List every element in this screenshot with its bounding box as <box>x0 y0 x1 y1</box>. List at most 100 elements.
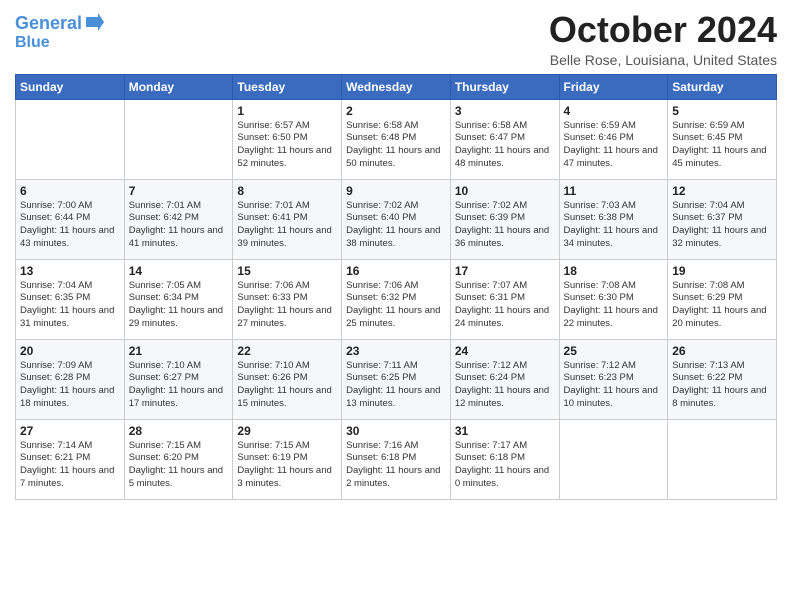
logo-line1: General <box>15 13 82 33</box>
cell-info: Sunrise: 7:01 AM Sunset: 6:42 PM Dayligh… <box>129 200 229 251</box>
calendar-cell <box>559 419 668 499</box>
cell-info: Sunrise: 7:02 AM Sunset: 6:40 PM Dayligh… <box>346 200 446 251</box>
calendar-cell: 26Sunrise: 7:13 AM Sunset: 6:22 PM Dayli… <box>668 339 777 419</box>
calendar-week-1: 1 Sunrise: 6:57 AM Sunset: 6:50 PM Daylig… <box>16 99 777 179</box>
day-number: 16 <box>346 264 446 278</box>
weekday-header-tuesday: Tuesday <box>233 74 342 99</box>
day-number: 11 <box>564 184 664 198</box>
day-number: 28 <box>129 424 229 438</box>
calendar-week-3: 13 Sunrise: 7:04 AM Sunset: 6:35 PM Dayli… <box>16 259 777 339</box>
calendar-cell: 10 Sunrise: 7:02 AM Sunset: 6:39 PM Dayli… <box>450 179 559 259</box>
cell-info: Sunrise: 7:03 AM Sunset: 6:38 PM Dayligh… <box>564 200 664 251</box>
weekday-header-friday: Friday <box>559 74 668 99</box>
calendar-cell: 16 Sunrise: 7:06 AM Sunset: 6:32 PM Dayli… <box>342 259 451 339</box>
cell-info: Sunrise: 7:06 AM Sunset: 6:33 PM Dayligh… <box>237 280 337 331</box>
calendar-cell: 22 Sunrise: 7:10 AM Sunset: 6:26 PM Dayli… <box>233 339 342 419</box>
calendar-cell: 6Sunrise: 7:00 AM Sunset: 6:44 PM Daylig… <box>16 179 125 259</box>
calendar-cell: 18Sunrise: 7:08 AM Sunset: 6:30 PM Dayli… <box>559 259 668 339</box>
day-number: 23 <box>346 344 446 358</box>
cell-info: Sunrise: 7:05 AM Sunset: 6:34 PM Dayligh… <box>129 280 229 331</box>
weekday-header-row: SundayMondayTuesdayWednesdayThursdayFrid… <box>16 74 777 99</box>
day-number: 21 <box>129 344 229 358</box>
cell-info: Sunrise: 7:01 AM Sunset: 6:41 PM Dayligh… <box>237 200 337 251</box>
day-number: 14 <box>129 264 229 278</box>
cell-info: Sunrise: 7:02 AM Sunset: 6:39 PM Dayligh… <box>455 200 555 251</box>
cell-info: Sunrise: 7:10 AM Sunset: 6:27 PM Dayligh… <box>129 360 229 411</box>
day-number: 3 <box>455 104 555 118</box>
month-title: October 2024 <box>549 10 777 50</box>
calendar-cell: 28Sunrise: 7:15 AM Sunset: 6:20 PM Dayli… <box>124 419 233 499</box>
day-number: 22 <box>237 344 337 358</box>
logo-text: General <box>15 14 82 34</box>
calendar-cell: 12Sunrise: 7:04 AM Sunset: 6:37 PM Dayli… <box>668 179 777 259</box>
cell-info: Sunrise: 7:17 AM Sunset: 6:18 PM Dayligh… <box>455 440 555 491</box>
cell-info: Sunrise: 6:59 AM Sunset: 6:45 PM Dayligh… <box>672 120 772 171</box>
cell-info: Sunrise: 7:06 AM Sunset: 6:32 PM Dayligh… <box>346 280 446 331</box>
logo: General Blue <box>15 10 106 51</box>
day-number: 1 <box>237 104 337 118</box>
cell-info: Sunrise: 7:16 AM Sunset: 6:18 PM Dayligh… <box>346 440 446 491</box>
day-number: 20 <box>20 344 120 358</box>
cell-info: Sunrise: 7:07 AM Sunset: 6:31 PM Dayligh… <box>455 280 555 331</box>
day-number: 13 <box>20 264 120 278</box>
day-number: 5 <box>672 104 772 118</box>
cell-info: Sunrise: 7:10 AM Sunset: 6:26 PM Dayligh… <box>237 360 337 411</box>
day-number: 17 <box>455 264 555 278</box>
day-number: 7 <box>129 184 229 198</box>
cell-info: Sunrise: 7:13 AM Sunset: 6:22 PM Dayligh… <box>672 360 772 411</box>
day-number: 12 <box>672 184 772 198</box>
day-number: 2 <box>346 104 446 118</box>
day-number: 24 <box>455 344 555 358</box>
calendar-cell: 13 Sunrise: 7:04 AM Sunset: 6:35 PM Dayli… <box>16 259 125 339</box>
calendar-cell: 9 Sunrise: 7:02 AM Sunset: 6:40 PM Daylig… <box>342 179 451 259</box>
day-number: 30 <box>346 424 446 438</box>
calendar-cell: 15Sunrise: 7:06 AM Sunset: 6:33 PM Dayli… <box>233 259 342 339</box>
calendar-cell: 8 Sunrise: 7:01 AM Sunset: 6:41 PM Daylig… <box>233 179 342 259</box>
cell-info: Sunrise: 6:57 AM Sunset: 6:50 PM Dayligh… <box>237 120 337 171</box>
calendar-cell: 29 Sunrise: 7:15 AM Sunset: 6:19 PM Dayli… <box>233 419 342 499</box>
calendar-cell: 4 Sunrise: 6:59 AM Sunset: 6:46 PM Daylig… <box>559 99 668 179</box>
header: General Blue October 2024 Belle Rose, Lo… <box>15 10 777 68</box>
calendar-cell: 7 Sunrise: 7:01 AM Sunset: 6:42 PM Daylig… <box>124 179 233 259</box>
calendar-cell: 25Sunrise: 7:12 AM Sunset: 6:23 PM Dayli… <box>559 339 668 419</box>
calendar-cell <box>124 99 233 179</box>
day-number: 10 <box>455 184 555 198</box>
cell-info: Sunrise: 6:59 AM Sunset: 6:46 PM Dayligh… <box>564 120 664 171</box>
day-number: 27 <box>20 424 120 438</box>
calendar-cell: 31Sunrise: 7:17 AM Sunset: 6:18 PM Dayli… <box>450 419 559 499</box>
calendar-week-2: 6Sunrise: 7:00 AM Sunset: 6:44 PM Daylig… <box>16 179 777 259</box>
calendar-week-4: 20 Sunrise: 7:09 AM Sunset: 6:28 PM Dayli… <box>16 339 777 419</box>
day-number: 4 <box>564 104 664 118</box>
cell-info: Sunrise: 6:58 AM Sunset: 6:47 PM Dayligh… <box>455 120 555 171</box>
calendar-table: SundayMondayTuesdayWednesdayThursdayFrid… <box>15 74 777 500</box>
day-number: 8 <box>237 184 337 198</box>
cell-info: Sunrise: 7:14 AM Sunset: 6:21 PM Dayligh… <box>20 440 120 491</box>
page: General Blue October 2024 Belle Rose, Lo… <box>0 0 792 612</box>
location: Belle Rose, Louisiana, United States <box>549 52 777 68</box>
calendar-cell: 17 Sunrise: 7:07 AM Sunset: 6:31 PM Dayli… <box>450 259 559 339</box>
calendar-cell: 23 Sunrise: 7:11 AM Sunset: 6:25 PM Dayli… <box>342 339 451 419</box>
day-number: 6 <box>20 184 120 198</box>
cell-info: Sunrise: 6:58 AM Sunset: 6:48 PM Dayligh… <box>346 120 446 171</box>
calendar-cell: 20 Sunrise: 7:09 AM Sunset: 6:28 PM Dayli… <box>16 339 125 419</box>
calendar-cell: 24 Sunrise: 7:12 AM Sunset: 6:24 PM Dayli… <box>450 339 559 419</box>
cell-info: Sunrise: 7:04 AM Sunset: 6:35 PM Dayligh… <box>20 280 120 331</box>
cell-info: Sunrise: 7:15 AM Sunset: 6:19 PM Dayligh… <box>237 440 337 491</box>
day-number: 29 <box>237 424 337 438</box>
cell-info: Sunrise: 7:09 AM Sunset: 6:28 PM Dayligh… <box>20 360 120 411</box>
cell-info: Sunrise: 7:12 AM Sunset: 6:24 PM Dayligh… <box>455 360 555 411</box>
title-area: October 2024 Belle Rose, Louisiana, Unit… <box>549 10 777 68</box>
calendar-cell <box>668 419 777 499</box>
calendar-cell: 5 Sunrise: 6:59 AM Sunset: 6:45 PM Daylig… <box>668 99 777 179</box>
calendar-week-5: 27 Sunrise: 7:14 AM Sunset: 6:21 PM Dayli… <box>16 419 777 499</box>
day-number: 18 <box>564 264 664 278</box>
calendar-cell: 27 Sunrise: 7:14 AM Sunset: 6:21 PM Dayli… <box>16 419 125 499</box>
cell-info: Sunrise: 7:11 AM Sunset: 6:25 PM Dayligh… <box>346 360 446 411</box>
logo-arrow-icon <box>84 11 106 33</box>
day-number: 9 <box>346 184 446 198</box>
weekday-header-thursday: Thursday <box>450 74 559 99</box>
calendar-cell: 11 Sunrise: 7:03 AM Sunset: 6:38 PM Dayli… <box>559 179 668 259</box>
weekday-header-wednesday: Wednesday <box>342 74 451 99</box>
calendar-cell: 2 Sunrise: 6:58 AM Sunset: 6:48 PM Daylig… <box>342 99 451 179</box>
cell-info: Sunrise: 7:12 AM Sunset: 6:23 PM Dayligh… <box>564 360 664 411</box>
